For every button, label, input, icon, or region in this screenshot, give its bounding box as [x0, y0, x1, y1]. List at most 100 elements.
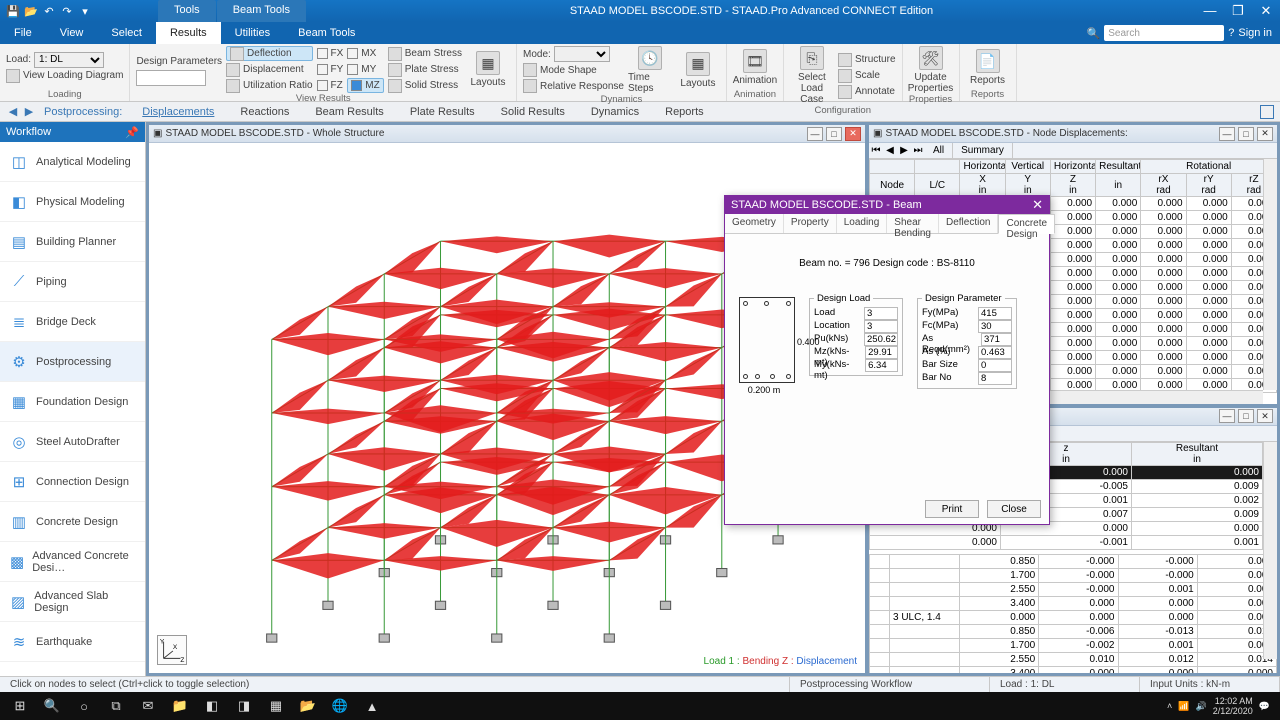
sign-in-link[interactable]: Sign in	[1238, 27, 1272, 39]
rd-max-button[interactable]: □	[1238, 409, 1254, 423]
scrollbar-vertical[interactable]	[1263, 159, 1277, 390]
tab-view[interactable]: View	[46, 22, 98, 44]
tray-notifications-icon[interactable]: 💬	[1259, 701, 1270, 712]
nav-beam-results[interactable]: Beam Results	[303, 106, 395, 118]
tab-results[interactable]: Results	[156, 22, 221, 44]
taskbar-app-11[interactable]: ▲	[356, 694, 388, 718]
taskbar-app-8[interactable]: ▦	[260, 694, 292, 718]
tab-property[interactable]: Property	[784, 214, 837, 233]
my-checkbox[interactable]	[347, 64, 358, 75]
tray-up-icon[interactable]: ˄	[1167, 701, 1172, 711]
scrollbar-vertical[interactable]	[1263, 442, 1277, 659]
scale-button[interactable]: Scale	[838, 68, 896, 83]
mz-checkbox[interactable]	[351, 80, 362, 91]
rd-min-button[interactable]: —	[1219, 409, 1235, 423]
taskbar-app-9[interactable]: 📂	[292, 694, 324, 718]
undo-icon[interactable]: ↶	[42, 4, 56, 18]
tab-summary[interactable]: Summary	[953, 143, 1013, 158]
tab-scroll-prev-icon[interactable]: ◀	[883, 143, 897, 158]
tab-geometry[interactable]: Geometry	[725, 214, 784, 233]
workflow-item-building-planner[interactable]: ▤Building Planner	[0, 222, 145, 262]
viewport-max-button[interactable]: □	[826, 127, 842, 141]
mode-shape-button[interactable]: Mode Shape	[523, 63, 624, 78]
nav-dynamics[interactable]: Dynamics	[579, 106, 651, 118]
taskbar-app-10[interactable]: 🌐	[324, 694, 356, 718]
tab-select[interactable]: Select	[97, 22, 156, 44]
taskbar-app-0[interactable]: ⊞	[4, 694, 36, 718]
fx-checkbox[interactable]	[317, 48, 328, 59]
select-load-case-button[interactable]: ⎘Select Load Case	[790, 46, 834, 105]
plate-stress-button[interactable]: Plate Stress	[388, 62, 462, 77]
taskbar-app-2[interactable]: ○	[68, 694, 100, 718]
workflow-item-advanced-concrete-desi-[interactable]: ▩Advanced Concrete Desi…	[0, 542, 145, 582]
nav-displacements[interactable]: Displacements	[130, 106, 226, 118]
dialog-close-button[interactable]: ✕	[1032, 197, 1043, 213]
nav-solid-results[interactable]: Solid Results	[489, 106, 577, 118]
print-button[interactable]: Print	[925, 500, 979, 518]
tab-deflection[interactable]: Deflection	[939, 214, 998, 233]
utilization-toggle[interactable]: Utilization Ratio	[226, 78, 312, 93]
workflow-item-foundation-design[interactable]: ▦Foundation Design	[0, 382, 145, 422]
taskbar-app-6[interactable]: ◧	[196, 694, 228, 718]
workflow-item-advanced-slab-design[interactable]: ▨Advanced Slab Design	[0, 582, 145, 622]
redo-icon[interactable]: ↷	[60, 4, 74, 18]
search-input[interactable]: Search	[1104, 25, 1224, 41]
tab-scroll-first-icon[interactable]: ⏮	[869, 143, 883, 158]
viewport-min-button[interactable]: —	[807, 127, 823, 141]
rd-close-button[interactable]: ✕	[1257, 409, 1273, 423]
tab-scroll-next-icon[interactable]: ▶	[897, 143, 911, 158]
animation-button[interactable]: 🎞Animation	[733, 46, 777, 89]
taskbar-app-7[interactable]: ◨	[228, 694, 260, 718]
structure-button[interactable]: Structure	[838, 52, 896, 67]
nav-plate-results[interactable]: Plate Results	[398, 106, 487, 118]
qat-more-icon[interactable]: ▾	[78, 4, 92, 18]
axis-triad[interactable]: YZX	[157, 635, 187, 665]
deflection-toggle[interactable]: Deflection	[226, 46, 312, 61]
view-loading-diagram-button[interactable]: View Loading Diagram	[6, 68, 123, 83]
taskbar-app-4[interactable]: ✉	[132, 694, 164, 718]
nd-min-button[interactable]: —	[1219, 127, 1235, 141]
tray-volume-icon[interactable]: 🔊	[1196, 701, 1207, 712]
mx-checkbox[interactable]	[347, 48, 358, 59]
workflow-item-steel-autodrafter[interactable]: ◎Steel AutoDrafter	[0, 422, 145, 462]
nd-close-button[interactable]: ✕	[1257, 127, 1273, 141]
taskbar-app-1[interactable]: 🔍	[36, 694, 68, 718]
tab-scroll-last-icon[interactable]: ⏭	[911, 143, 925, 158]
time-steps-button[interactable]: 🕓Time Steps	[628, 46, 672, 94]
tab-all[interactable]: All	[925, 143, 953, 158]
annotate-button[interactable]: Annotate	[838, 84, 896, 99]
close-button[interactable]: Close	[987, 500, 1041, 518]
solid-stress-button[interactable]: Solid Stress	[388, 78, 462, 93]
workflow-item-bridge-deck[interactable]: ≣Bridge Deck	[0, 302, 145, 342]
tab-loading[interactable]: Loading	[837, 214, 888, 233]
tab-utilities[interactable]: Utilities	[221, 22, 284, 44]
displacement-toggle[interactable]: Displacement	[226, 62, 312, 77]
nav-reports[interactable]: Reports	[653, 106, 716, 118]
nav-layout-icon[interactable]	[1260, 105, 1274, 119]
workflow-item-physical-modeling[interactable]: ◧Physical Modeling	[0, 182, 145, 222]
layouts-button[interactable]: ▦Layouts	[466, 46, 510, 93]
design-param-field[interactable]	[136, 70, 206, 86]
load-select[interactable]: 1: DL	[34, 52, 104, 68]
fz-checkbox[interactable]	[317, 80, 328, 91]
tab-shear-bending[interactable]: Shear Bending	[887, 214, 939, 233]
workflow-item-connection-design[interactable]: ⊞Connection Design	[0, 462, 145, 502]
tab-concrete-design[interactable]: Concrete Design	[998, 214, 1055, 234]
nav-back-icon[interactable]: ◀	[6, 105, 20, 119]
viewport-close-button[interactable]: ✕	[845, 127, 861, 141]
design-parameters-button[interactable]: Design Parameters	[136, 54, 222, 69]
relative-response-button[interactable]: Relative Response	[523, 79, 624, 94]
relative-disp-lower-table[interactable]: 0.850-0.000-0.0000.0001.700-0.000-0.0000…	[869, 554, 1277, 673]
restore-button[interactable]: ❐	[1224, 3, 1252, 19]
taskbar-app-3[interactable]: ⧉	[100, 694, 132, 718]
minimize-button[interactable]: —	[1196, 3, 1224, 19]
help-icon[interactable]: ?	[1228, 27, 1234, 39]
workflow-item-concrete-design[interactable]: ▥Concrete Design	[0, 502, 145, 542]
mode-select[interactable]	[554, 46, 610, 62]
beam-stress-button[interactable]: Beam Stress	[388, 46, 462, 61]
workflow-item-piping[interactable]: ⟋Piping	[0, 262, 145, 302]
workflow-item-analytical-modeling[interactable]: ◫Analytical Modeling	[0, 142, 145, 182]
update-properties-button[interactable]: 🛠Update Properties	[909, 46, 953, 94]
save-icon[interactable]: 💾	[6, 4, 20, 18]
pin-icon[interactable]: 📌	[125, 126, 139, 139]
